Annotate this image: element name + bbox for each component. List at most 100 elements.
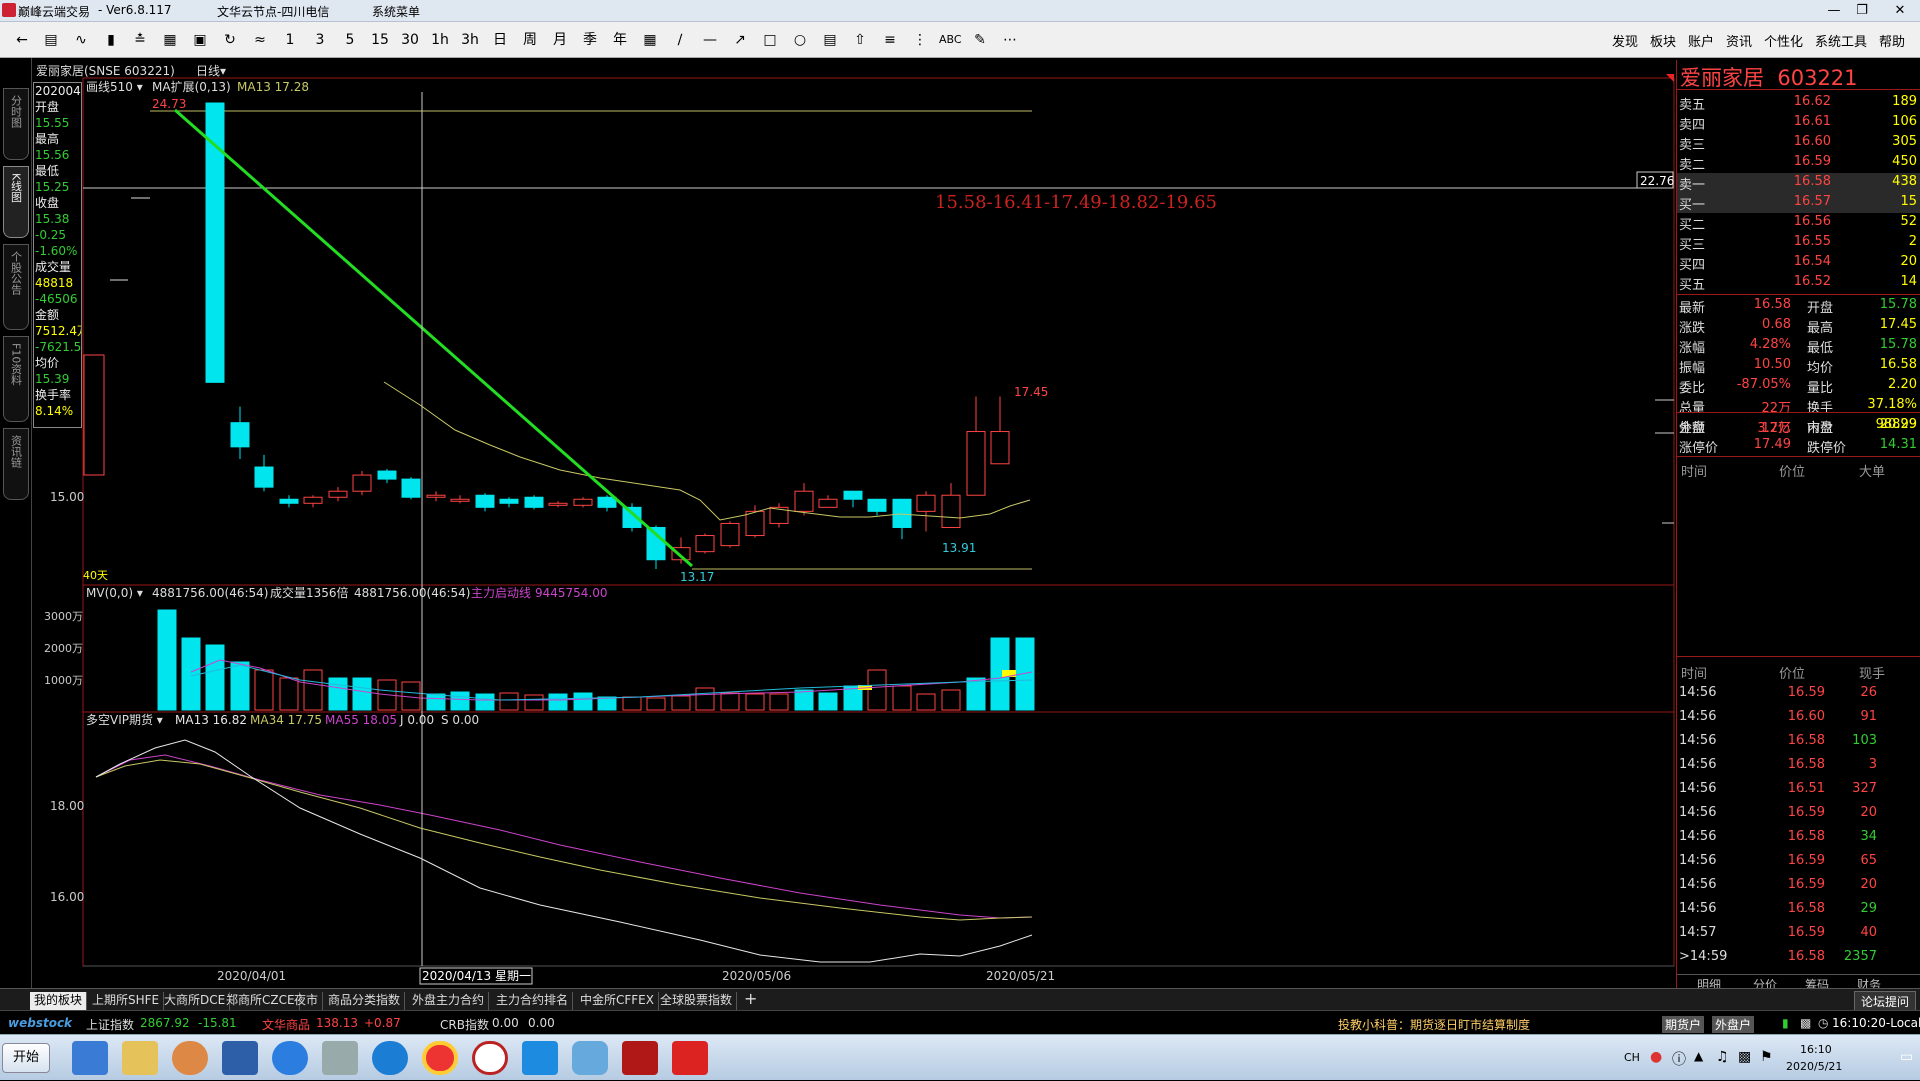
- market-tab[interactable]: 夜市: [290, 992, 324, 1010]
- market-tab[interactable]: 我的板块: [30, 992, 88, 1010]
- printer-app-icon[interactable]: [322, 1041, 358, 1075]
- bid-row-cell: 买四: [1679, 258, 1706, 273]
- market-tab[interactable]: 大商所DCE: [160, 992, 231, 1010]
- menu-account[interactable]: 账户: [1688, 31, 1714, 50]
- info-amt: 7512.4万: [35, 324, 81, 338]
- futures-account-button[interactable]: 期货户: [1662, 1016, 1705, 1033]
- tick-row-cell: 91: [1860, 709, 1877, 724]
- sogou-tray-icon[interactable]: ●: [1650, 1049, 1662, 1065]
- ie-app-icon[interactable]: [72, 1041, 108, 1075]
- bid-row-cell: 16.54: [1793, 254, 1831, 269]
- candle-body: [352, 474, 372, 492]
- baidu-app-icon[interactable]: [172, 1041, 208, 1075]
- netease-app-icon[interactable]: [472, 1041, 508, 1075]
- tray-date[interactable]: 2020/5/21: [1786, 1060, 1842, 1073]
- kugou-app-icon[interactable]: [372, 1041, 408, 1075]
- candle-body: [548, 502, 568, 506]
- tick-row-cell: 16.59: [1787, 805, 1825, 820]
- vol-tick-2000: 2000万: [44, 642, 83, 655]
- market-tab[interactable]: 商品分类指数: [324, 992, 406, 1010]
- candle-body: [499, 498, 519, 504]
- lang-indicator[interactable]: CH: [1624, 1051, 1640, 1064]
- menu-news[interactable]: 资讯: [1726, 31, 1752, 50]
- tray-clock[interactable]: 16:10: [1800, 1043, 1832, 1056]
- xaxis-date-1: 2020/04/01: [217, 969, 286, 983]
- network-tray-icon[interactable]: ▩: [1738, 1049, 1751, 1065]
- forum-ask-button[interactable]: 论坛提问: [1853, 991, 1916, 1012]
- chart-canvas[interactable]: 画线510 ▾ MA扩展(0,13) MA13 17.28 22.76 15.58-16…: [0, 0, 1676, 990]
- volume-bar: [548, 693, 568, 711]
- quote-sep-2: [1677, 294, 1920, 295]
- chrome-app-icon[interactable]: [422, 1041, 458, 1075]
- quote-row: 涨跌 0.68 最高 17.45: [1677, 316, 1920, 336]
- tick-row-cell: 34: [1860, 829, 1877, 844]
- quote-row: 总量 22万 换手 37.18%: [1677, 396, 1920, 416]
- tick-row-cell: 14:56: [1679, 709, 1717, 724]
- bird-app-icon[interactable]: [572, 1041, 608, 1075]
- folder-app-icon[interactable]: [122, 1041, 158, 1075]
- close-icon[interactable]: ✕: [1880, 2, 1920, 20]
- market-tab[interactable]: 中金所CFFEX: [576, 992, 659, 1010]
- market-tab[interactable]: 主力合约排名: [492, 992, 574, 1010]
- bigorder-h-time: 时间: [1681, 465, 1708, 480]
- quote2-row: 涨停价 17.49 跌停价 14.31: [1677, 436, 1920, 456]
- bid-row-cell: 16.57: [1793, 194, 1831, 209]
- menu-help[interactable]: 帮助: [1879, 31, 1905, 50]
- trade-app-icon[interactable]: [672, 1041, 708, 1075]
- volume-bar: [646, 697, 666, 711]
- market-tab[interactable]: 上期所SHFE: [88, 992, 165, 1010]
- quote-row: 委比 -87.05% 量比 2.20: [1677, 376, 1920, 396]
- tick-row-cell: 16.59: [1787, 925, 1825, 940]
- low-price-label: 13.17: [680, 570, 714, 584]
- volume-bar: [426, 693, 446, 711]
- bid-row-cell: 16.56: [1793, 214, 1831, 229]
- add-tab-button[interactable]: +: [740, 991, 761, 1010]
- index2-change: +0.87: [364, 1016, 401, 1030]
- sogou-app-icon[interactable]: [272, 1041, 308, 1075]
- media-app-icon[interactable]: [222, 1041, 258, 1075]
- tick-row-cell: 3: [1868, 757, 1877, 772]
- info-high-label: 最高: [35, 132, 60, 146]
- volume-bar: [916, 693, 936, 711]
- tick-row-cell: 14:56: [1679, 877, 1717, 892]
- ask-row: 卖四 16.61 106: [1677, 113, 1920, 133]
- quote-row-cell: 最低: [1807, 341, 1834, 356]
- vol-tick-1000: 1000万: [44, 674, 83, 687]
- flag-tray-icon[interactable]: ⚑: [1760, 1049, 1773, 1065]
- start-button[interactable]: 开始: [2, 1043, 50, 1073]
- notice-ticker[interactable]: 投教小科普：期货逐日盯市结算制度: [1338, 1016, 1530, 1033]
- index2-name: 文华商品: [262, 1018, 311, 1032]
- market-tab[interactable]: 全球股票指数: [656, 992, 738, 1010]
- market-tab[interactable]: 外盘主力合约: [408, 992, 490, 1010]
- volume-bar: [745, 693, 765, 711]
- candle-body: [377, 470, 397, 480]
- foreign-account-button[interactable]: 外盘户: [1712, 1016, 1755, 1033]
- osc-panel-frame: [82, 711, 1675, 967]
- info-low-label: 最低: [35, 164, 60, 178]
- menu-personalize[interactable]: 个性化: [1764, 31, 1803, 50]
- show-desktop-icon[interactable]: ▭: [1900, 1049, 1913, 1065]
- volume-tray-icon[interactable]: ♫: [1716, 1049, 1729, 1065]
- help-tray-icon[interactable]: ⓘ: [1672, 1049, 1686, 1069]
- tick-row-cell: 16.58: [1787, 829, 1825, 844]
- quote-row-cell: 开盘: [1807, 301, 1834, 316]
- quote2-row-cell: 17.49: [1753, 437, 1791, 452]
- brand-logo: webstock: [8, 1016, 73, 1030]
- quote-sep-1: [1677, 89, 1920, 90]
- market-tab[interactable]: 郑商所CZCE: [222, 992, 300, 1010]
- tray-expand-icon[interactable]: ▲: [1694, 1049, 1703, 1063]
- quote2-row-cell: 涨停价: [1679, 441, 1719, 456]
- volume-bar: [303, 669, 323, 711]
- quote-panel: 爱丽家居 603221 卖五 16.62 189 卖四 16.61 106 卖三 16.60 3…: [1676, 60, 1920, 992]
- bid-row-cell: 20: [1900, 254, 1917, 269]
- quote-row-cell: 最新: [1679, 301, 1706, 316]
- menu-system-tools[interactable]: 系统工具: [1815, 31, 1867, 50]
- tick-row-cell: 14:56: [1679, 901, 1717, 916]
- youdao-app-icon[interactable]: [522, 1041, 558, 1075]
- wenhua-app-icon[interactable]: [622, 1041, 658, 1075]
- restore-icon[interactable]: ❐: [1842, 2, 1882, 20]
- quote-row: 最新 16.58 开盘 15.78: [1677, 296, 1920, 316]
- quote-row-cell: 22万: [1761, 401, 1791, 416]
- info-low: 15.25: [35, 180, 70, 194]
- tick-row-cell: 16.59: [1787, 685, 1825, 700]
